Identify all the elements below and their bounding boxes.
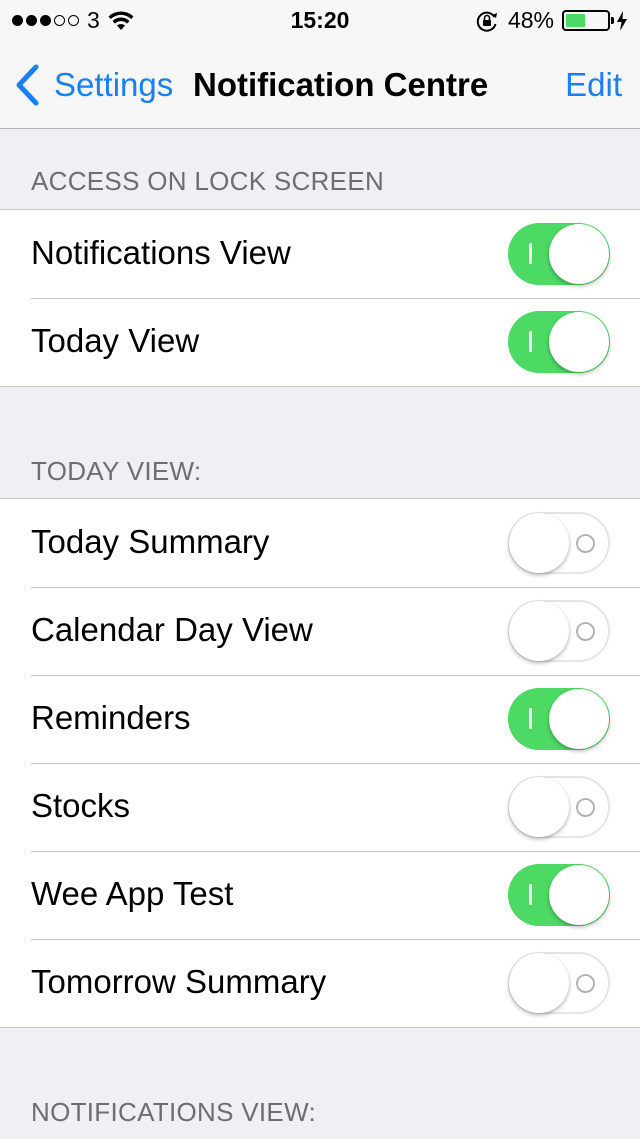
toggle-on-mark	[529, 708, 532, 729]
tomorrow-summary-toggle[interactable]	[508, 952, 610, 1014]
settings-list: ACCESS ON LOCK SCREEN Notifications View…	[0, 130, 640, 1139]
navigation-bar: Settings Notification Centre Edit	[0, 40, 640, 129]
toggle-knob	[509, 601, 569, 661]
row-label: Stocks	[31, 787, 131, 824]
battery-area: 48%	[476, 7, 628, 34]
toggle-off-mark	[576, 798, 595, 817]
calendar-day-view-toggle[interactable]	[508, 600, 610, 662]
edit-button[interactable]: Edit	[565, 66, 622, 104]
row-reminders: Reminders	[0, 675, 640, 763]
stocks-toggle[interactable]	[508, 776, 610, 838]
row-stocks: Stocks	[0, 763, 640, 851]
battery-fill	[566, 14, 586, 27]
toggle-knob	[549, 689, 609, 749]
row-label: Tomorrow Summary	[31, 963, 327, 1000]
toggle-on-mark	[529, 243, 532, 264]
chevron-left-icon	[16, 64, 39, 106]
row-label: Wee App Test	[31, 875, 234, 912]
battery-nub	[611, 17, 614, 24]
toggle-knob	[549, 865, 609, 925]
today-summary-toggle[interactable]	[508, 512, 610, 574]
toggle-knob	[549, 312, 609, 372]
row-label: Notifications View	[31, 234, 291, 271]
row-notifications-view: Notifications View	[0, 210, 640, 298]
back-button-label: Settings	[54, 66, 174, 103]
page-title: Notification Centre	[193, 66, 489, 103]
toggle-on-mark	[529, 331, 532, 352]
section-header-notifications-view: NOTIFICATIONS VIEW:	[31, 1097, 316, 1127]
rotation-lock-icon	[476, 11, 497, 32]
today-view-group: Today Summary Calendar Day View Reminder…	[0, 498, 640, 1028]
battery-icon	[562, 10, 614, 31]
row-today-view: Today View	[0, 298, 640, 386]
row-label: Reminders	[31, 699, 191, 736]
row-today-summary: Today Summary	[0, 499, 640, 587]
toggle-on-mark	[529, 884, 532, 905]
wee-app-test-toggle[interactable]	[508, 864, 610, 926]
row-label: Today Summary	[31, 523, 270, 560]
toggle-off-mark	[576, 974, 595, 993]
row-wee-app-test: Wee App Test	[0, 851, 640, 939]
status-bar: 3 15:20 48%	[0, 0, 640, 40]
charging-bolt-icon	[617, 10, 627, 31]
lock-screen-group: Notifications View Today View	[0, 209, 640, 387]
section-header-today-view: TODAY VIEW:	[31, 456, 202, 486]
back-button[interactable]: Settings	[14, 64, 173, 106]
section-header-lock-screen: ACCESS ON LOCK SCREEN	[31, 166, 385, 196]
toggle-off-mark	[576, 622, 595, 641]
toggle-knob	[509, 953, 569, 1013]
today-view-toggle[interactable]	[508, 311, 610, 373]
reminders-toggle[interactable]	[508, 688, 610, 750]
toggle-knob	[509, 777, 569, 837]
row-label: Today View	[31, 322, 200, 359]
toggle-off-mark	[576, 534, 595, 553]
toggle-knob	[509, 513, 569, 573]
row-tomorrow-summary: Tomorrow Summary	[0, 939, 640, 1027]
toggle-knob	[549, 224, 609, 284]
row-label: Calendar Day View	[31, 611, 313, 648]
notifications-view-toggle[interactable]	[508, 223, 610, 285]
row-calendar-day-view: Calendar Day View	[0, 587, 640, 675]
battery-percent: 48%	[507, 7, 554, 33]
